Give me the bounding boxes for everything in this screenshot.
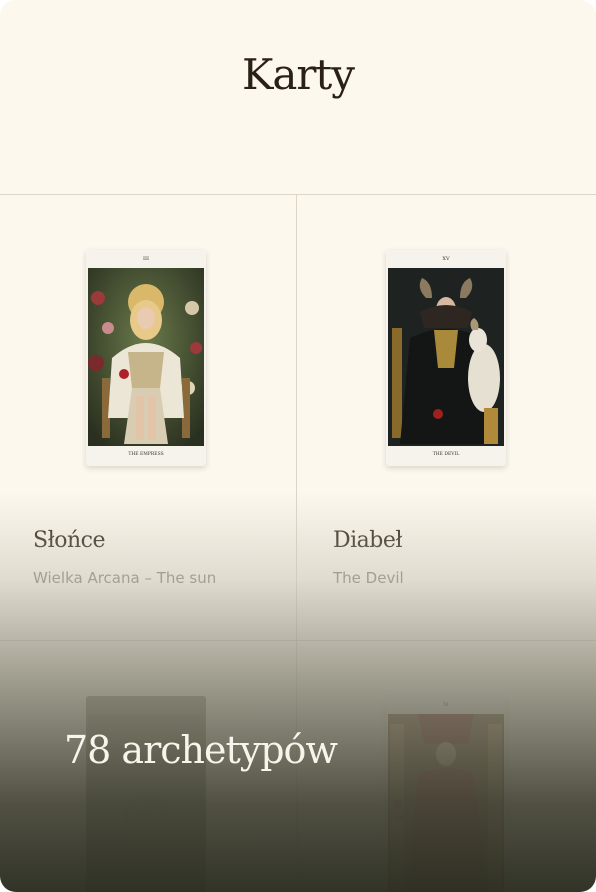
card-numeral: XI xyxy=(443,702,449,708)
card-title: Słońce xyxy=(33,528,105,553)
card-label: THE EMPRESS xyxy=(128,452,164,457)
xi-card-illustration xyxy=(388,714,504,892)
app-screen: Karty III THE EMPRESS Słońce Wielka Arca… xyxy=(0,0,596,892)
empress-card-illustration xyxy=(88,268,204,446)
divider-vertical xyxy=(296,194,297,892)
divider-middle xyxy=(0,640,596,641)
divider-top xyxy=(0,194,596,195)
tarot-card-back xyxy=(86,696,206,892)
card-label: THE DEVIL xyxy=(432,452,460,457)
tarot-card-devil: XV THE DEVIL xyxy=(386,250,506,466)
card-subtitle: Wielka Arcana – The sun xyxy=(33,569,217,587)
tarot-card-empress: III THE EMPRESS xyxy=(86,250,206,466)
card-title: Diabeł xyxy=(333,528,403,553)
page-title: Karty xyxy=(241,50,355,99)
tarot-card-xi: XI xyxy=(386,696,506,892)
header: Karty xyxy=(0,0,596,194)
card-subtitle: The Devil xyxy=(333,569,404,587)
devil-card-illustration xyxy=(388,268,504,446)
card-numeral: XV xyxy=(442,256,450,262)
promo-text: 78 archetypów xyxy=(64,728,338,772)
card-numeral: III xyxy=(143,256,149,262)
